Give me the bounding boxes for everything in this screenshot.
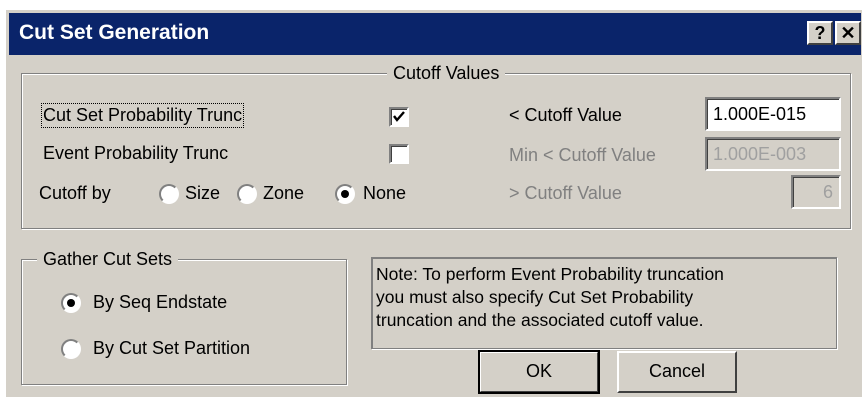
cutset-prob-trunc-checkbox[interactable] <box>389 107 409 127</box>
cutoff-values-legend: Cutoff Values <box>387 63 506 84</box>
cutoff-by-label: Cutoff by <box>39 183 111 203</box>
checkmark-icon <box>393 111 405 122</box>
by-seq-endstate-radio[interactable] <box>61 293 81 313</box>
help-button[interactable]: ? <box>807 21 833 45</box>
less-cutoff-label: < Cutoff Value <box>509 105 622 125</box>
gather-cut-sets-group <box>21 259 347 385</box>
cutoff-zone-label[interactable]: Zone <box>263 183 304 204</box>
greater-cutoff-input[interactable]: 6 <box>791 175 841 209</box>
dialog-window: Cut Set Generation ? ✕ Cutoff Values Cut… <box>6 10 862 397</box>
min-less-cutoff-input[interactable]: 1.000E-003 <box>705 137 841 171</box>
note-line: truncation and the associated cutoff val… <box>376 310 704 330</box>
dialog-title: Cut Set Generation <box>19 21 210 44</box>
close-button[interactable]: ✕ <box>835 21 861 45</box>
by-seq-endstate-label[interactable]: By Seq Endstate <box>93 292 227 313</box>
less-cutoff-input[interactable]: 1.000E-015 <box>705 97 841 131</box>
title-bar: Cut Set Generation ? ✕ <box>9 13 861 55</box>
by-cut-set-partition-radio[interactable] <box>61 339 81 359</box>
min-less-cutoff-label: Min < Cutoff Value <box>509 145 656 165</box>
cancel-button[interactable]: Cancel <box>617 351 737 393</box>
event-prob-trunc-checkbox[interactable] <box>389 144 409 164</box>
note-line: Note: To perform Event Probability trunc… <box>376 264 724 284</box>
cutoff-none-label[interactable]: None <box>363 183 406 204</box>
cutset-prob-trunc-label[interactable]: Cut Set Probability Trunc <box>40 103 245 128</box>
note-text-box: Note: To perform Event Probability trunc… <box>371 257 837 349</box>
greater-cutoff-label: > Cutoff Value <box>509 183 622 203</box>
cutoff-size-radio[interactable] <box>159 184 179 204</box>
cutoff-size-label[interactable]: Size <box>185 183 220 204</box>
gather-cut-sets-legend: Gather Cut Sets <box>37 249 179 270</box>
cutoff-none-radio[interactable] <box>335 184 355 204</box>
ok-button[interactable]: OK <box>478 350 600 394</box>
event-prob-trunc-label[interactable]: Event Probability Trunc <box>43 143 228 164</box>
by-cut-set-partition-label[interactable]: By Cut Set Partition <box>93 338 250 359</box>
cutoff-zone-radio[interactable] <box>237 184 257 204</box>
note-line: you must also specify Cut Set Probabilit… <box>376 287 694 307</box>
